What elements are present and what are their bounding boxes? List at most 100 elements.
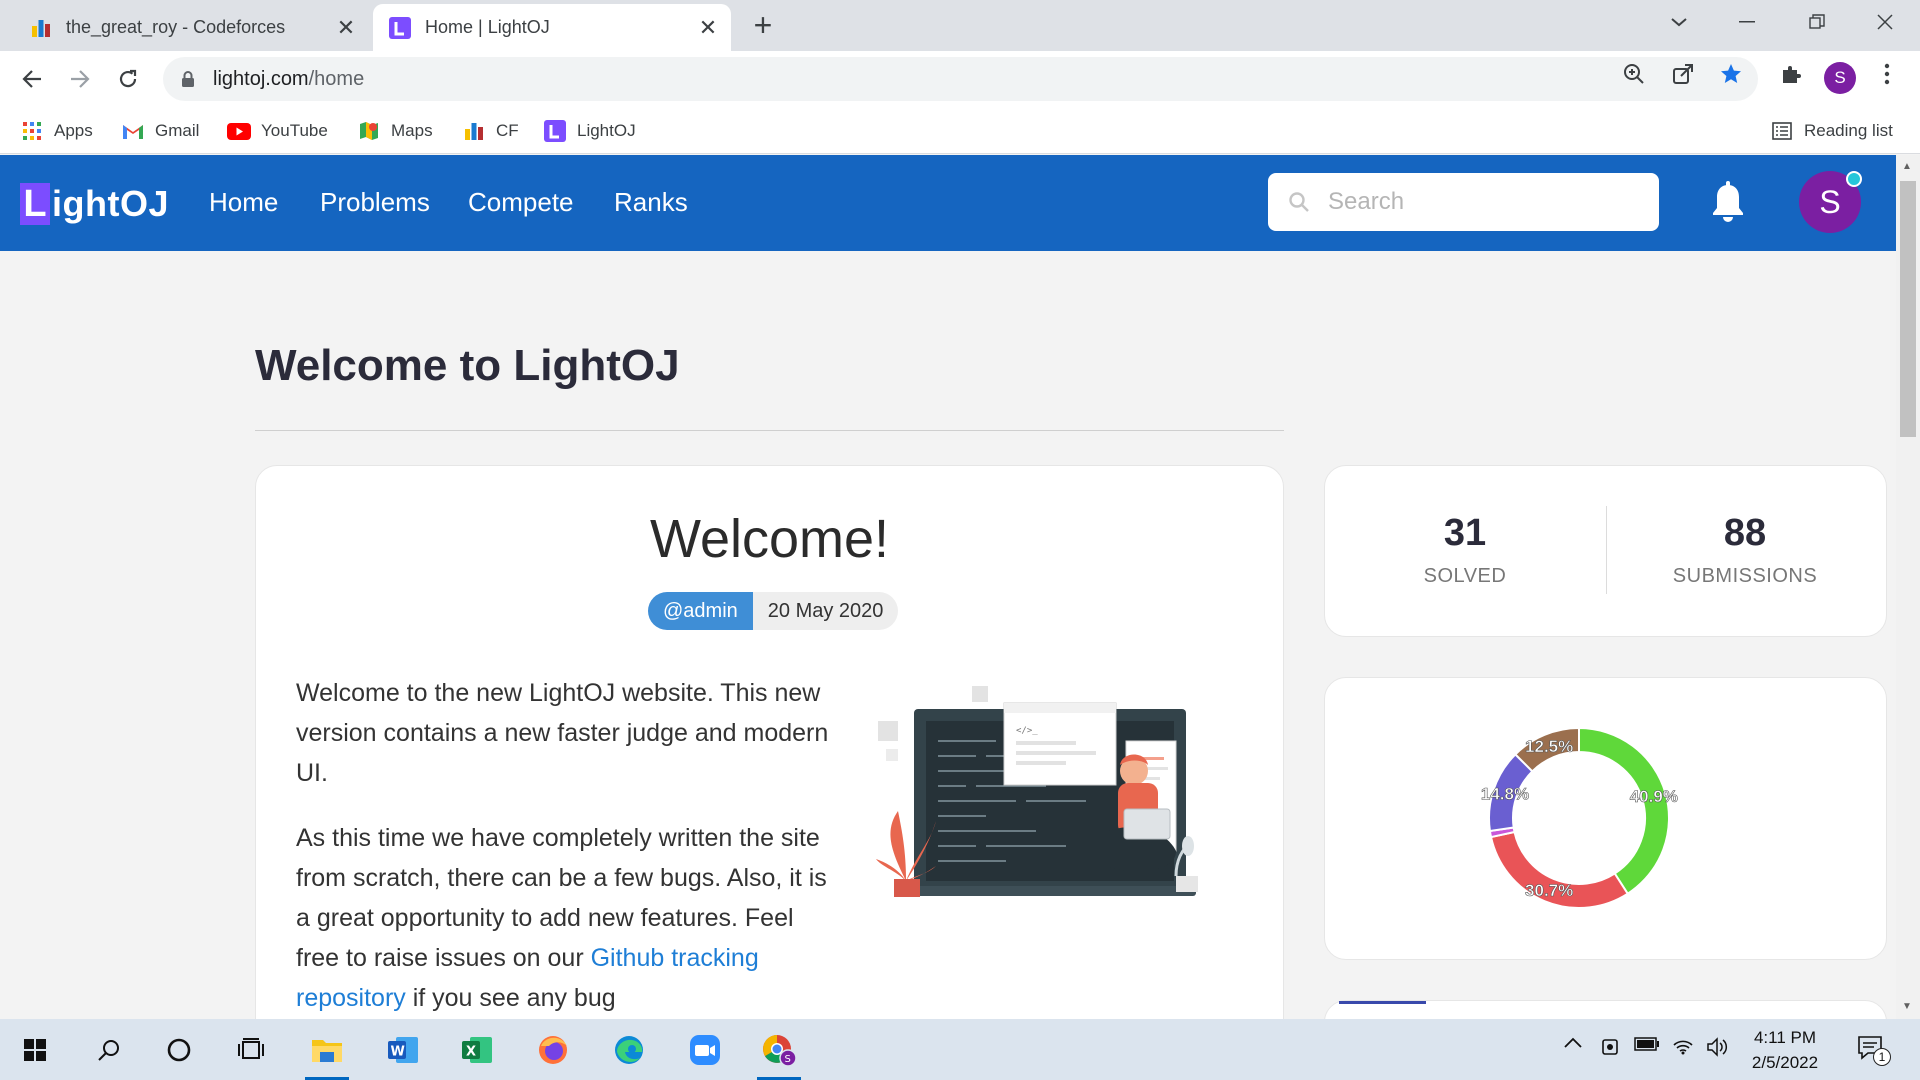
scroll-up-arrow-icon[interactable]: ▲ xyxy=(1902,161,1912,172)
submissions-stat[interactable]: 88 SUBMISSIONS xyxy=(1625,512,1865,588)
lock-icon[interactable] xyxy=(181,70,195,88)
verdict-chart-card: 40.9% 30.7% 14.8% 12.5% xyxy=(1324,677,1887,960)
next-card xyxy=(1324,1000,1887,1019)
scrollbar-thumb[interactable] xyxy=(1900,181,1916,437)
donut-slice-0[interactable] xyxy=(1578,726,1670,896)
tab-title: Home | LightOJ xyxy=(425,17,550,37)
clock-date: 2/5/2022 xyxy=(1751,1053,1819,1072)
site-navbar: L ightOJ Home Problems Compete Ranks S xyxy=(0,155,1896,251)
taskbar-chrome[interactable]: S xyxy=(750,1027,808,1080)
bookmark-youtube[interactable]: YouTube xyxy=(227,118,328,144)
donut-slice-label: 14.8% xyxy=(1481,784,1529,803)
bookmark-apps[interactable]: Apps xyxy=(20,118,93,144)
more-menu-icon[interactable] xyxy=(1874,61,1900,87)
reload-button[interactable] xyxy=(110,61,146,97)
browser-tab-strip: the_great_roy - Codeforces ✕ Home | Ligh… xyxy=(0,0,1920,51)
svg-text:S: S xyxy=(785,1054,791,1065)
page-title: Welcome to LightOJ xyxy=(255,341,680,390)
svg-text:X: X xyxy=(466,1045,476,1060)
scroll-down-arrow-icon[interactable]: ▼ xyxy=(1902,1001,1912,1012)
bell-icon[interactable] xyxy=(1710,181,1746,223)
bookmark-gmail[interactable]: Gmail xyxy=(121,118,199,144)
task-view-button[interactable] xyxy=(222,1027,280,1073)
taskbar-file-explorer[interactable] xyxy=(298,1027,356,1080)
chevron-up-icon xyxy=(1564,1037,1582,1048)
bookmark-maps[interactable]: Maps xyxy=(357,118,433,144)
stats-divider xyxy=(1606,506,1607,594)
battery-icon[interactable] xyxy=(1634,1037,1660,1051)
forward-button[interactable] xyxy=(62,61,98,97)
zoom-icon xyxy=(690,1035,720,1065)
wifi-icon[interactable] xyxy=(1672,1037,1694,1055)
taskbar-word[interactable]: W xyxy=(374,1027,432,1073)
new-tab-button[interactable]: + xyxy=(748,8,778,42)
edge-icon xyxy=(615,1036,643,1064)
reading-list-button[interactable]: Reading list xyxy=(1770,118,1893,144)
page-scrollbar[interactable]: ▲ ▼ xyxy=(1896,155,1920,1019)
system-clock[interactable]: 4:11 PM 2/5/2022 xyxy=(1740,1025,1830,1075)
share-icon[interactable] xyxy=(1670,61,1696,87)
taskbar-edge[interactable] xyxy=(600,1027,658,1073)
bookmark-star-icon[interactable] xyxy=(1718,61,1744,87)
action-center-button[interactable]: 1 xyxy=(1856,1033,1891,1068)
post-author-badge[interactable]: @admin xyxy=(648,592,753,630)
volume-icon[interactable] xyxy=(1706,1037,1728,1057)
minimize-button[interactable] xyxy=(1724,0,1770,44)
taskbar-firefox[interactable] xyxy=(524,1027,582,1073)
clock-time: 4:11 PM xyxy=(1753,1028,1817,1047)
submissions-label: SUBMISSIONS xyxy=(1672,565,1818,587)
nav-home[interactable]: Home xyxy=(209,187,278,218)
post-paragraph-2: As this time we have completely written … xyxy=(296,818,836,1018)
bookmark-lightoj[interactable]: LightOJ xyxy=(543,118,636,144)
reload-icon xyxy=(119,69,137,88)
logo-letter: L xyxy=(20,183,50,225)
logo-text: ightOJ xyxy=(52,183,169,224)
meet-now-tray-icon[interactable] xyxy=(1600,1037,1620,1057)
extensions-puzzle-icon[interactable] xyxy=(1778,61,1804,87)
notification-count-badge: 1 xyxy=(1873,1048,1891,1066)
user-stats-card: 31 SOLVED 88 SUBMISSIONS xyxy=(1324,465,1887,637)
tab-codeforces[interactable]: the_great_roy - Codeforces ✕ xyxy=(14,4,369,51)
show-hidden-icons-button[interactable] xyxy=(1563,1037,1583,1049)
solved-stat[interactable]: 31 SOLVED xyxy=(1345,512,1585,588)
svg-text:</>_: </>_ xyxy=(1016,726,1038,736)
back-button[interactable] xyxy=(14,61,50,97)
address-bar[interactable]: lightoj.com/home xyxy=(163,57,1758,101)
donut-slice-label: 30.7% xyxy=(1525,881,1573,900)
submissions-count: 88 xyxy=(1723,512,1767,554)
close-window-button[interactable] xyxy=(1862,0,1908,44)
tab-title: the_great_roy - Codeforces xyxy=(66,17,286,37)
codeforces-icon xyxy=(32,19,50,37)
cortana-button[interactable] xyxy=(150,1027,208,1073)
excel-icon: X xyxy=(462,1037,492,1063)
bookmark-cf[interactable]: CF xyxy=(462,118,519,144)
tab-close-icon[interactable]: ✕ xyxy=(331,15,361,41)
firefox-icon xyxy=(539,1036,567,1064)
nav-problems[interactable]: Problems xyxy=(320,187,430,218)
start-button[interactable] xyxy=(6,1027,64,1073)
search-input[interactable] xyxy=(1328,183,1638,221)
zoom-icon[interactable] xyxy=(1621,61,1647,87)
youtube-icon xyxy=(227,120,251,142)
taskbar-zoom[interactable] xyxy=(676,1027,734,1073)
taskbar-excel[interactable]: X xyxy=(448,1027,506,1073)
url-path: /home xyxy=(308,68,365,90)
site-logo[interactable]: L ightOJ xyxy=(20,183,169,225)
post-title: Welcome! xyxy=(649,509,890,569)
tab-search-chevron-icon[interactable] xyxy=(1656,0,1702,44)
tab-close-icon[interactable]: ✕ xyxy=(693,15,723,41)
profile-avatar[interactable]: S xyxy=(1824,62,1856,94)
bookmark-label: CF xyxy=(496,121,519,140)
restore-button[interactable] xyxy=(1794,0,1840,44)
task-view-icon xyxy=(238,1038,264,1059)
bookmark-label: Maps xyxy=(391,121,433,140)
taskbar-search-button[interactable] xyxy=(80,1027,138,1073)
codeforces-icon xyxy=(462,120,486,142)
reading-list-icon xyxy=(1770,120,1794,142)
site-search[interactable] xyxy=(1268,173,1659,231)
nav-ranks[interactable]: Ranks xyxy=(614,187,688,218)
tab-lightoj[interactable]: Home | LightOJ ✕ xyxy=(373,4,731,51)
search-icon xyxy=(1289,192,1309,212)
online-status-dot xyxy=(1846,171,1862,187)
nav-compete[interactable]: Compete xyxy=(468,187,574,218)
